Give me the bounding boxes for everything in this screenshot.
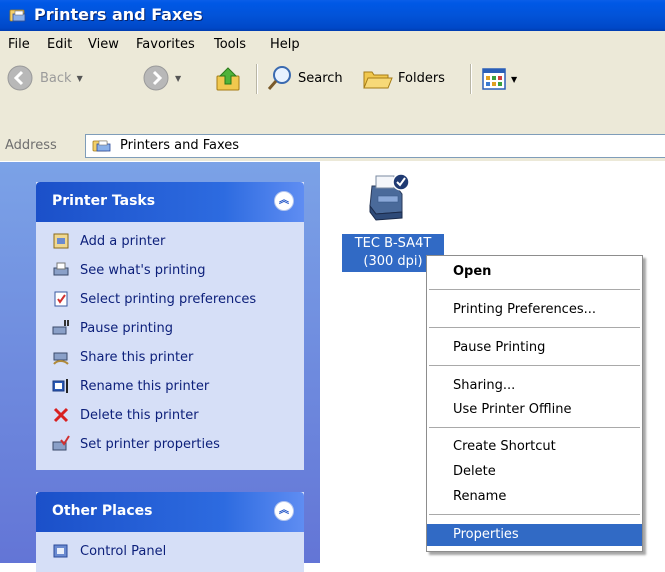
menu-item-use-offline[interactable]: Use Printer Offline: [427, 399, 642, 421]
folders-icon: [363, 71, 393, 89]
rename-icon: [52, 377, 70, 395]
toolbar: Back ▼ ▼ Search Folders ▼: [0, 56, 665, 102]
task-label: See what's printing: [80, 262, 206, 278]
printer-icon[interactable]: [366, 172, 412, 224]
other-places-title: Other Places: [52, 503, 153, 519]
task-label: Share this printer: [80, 349, 194, 365]
task-label: Rename this printer: [80, 378, 210, 394]
toolbar-separator: [256, 64, 258, 94]
printer-tasks-title: Printer Tasks: [52, 193, 156, 209]
forward-button[interactable]: ▼: [142, 64, 181, 92]
preferences-icon: [52, 290, 70, 308]
menu-divider: [429, 514, 640, 515]
toolbar-gap: [0, 101, 665, 131]
task-label: Set printer properties: [80, 436, 220, 452]
collapse-chevron-icon[interactable]: ︽: [274, 501, 294, 521]
menu-item-label: Open: [453, 264, 492, 279]
menu-item-label: Rename: [453, 489, 507, 504]
delete-x-icon: [52, 406, 70, 424]
collapse-chevron-icon[interactable]: ︽: [274, 191, 294, 211]
menu-item-delete[interactable]: Delete: [427, 461, 642, 483]
task-label: Select printing preferences: [80, 291, 257, 307]
place-control-panel[interactable]: Control Panel: [52, 542, 166, 560]
back-arrow-icon: [7, 65, 33, 91]
menu-bar: File Edit View Favorites Tools Help: [0, 31, 665, 57]
folders-label: Folders: [398, 70, 445, 86]
task-share-printer[interactable]: Share this printer: [52, 348, 193, 366]
context-menu: Open Printing Preferences... Pause Print…: [426, 255, 643, 552]
menu-item-rename[interactable]: Rename: [427, 486, 642, 508]
menu-edit[interactable]: Edit: [47, 37, 72, 52]
views-icon: [482, 68, 506, 90]
address-bar: Address Printers and Faxes: [0, 131, 665, 161]
views-dropdown-icon[interactable]: ▼: [511, 75, 517, 84]
search-icon: [267, 66, 291, 90]
task-pause-printing[interactable]: Pause printing: [52, 319, 173, 337]
title-bar[interactable]: Printers and Faxes: [0, 0, 665, 31]
task-rename-printer[interactable]: Rename this printer: [52, 377, 209, 395]
printer-folder-icon: [9, 9, 26, 22]
menu-item-sharing[interactable]: Sharing...: [427, 375, 642, 397]
add-printer-icon: [52, 232, 70, 250]
place-label: Control Panel: [80, 543, 167, 559]
folders-button[interactable]: Folders: [362, 64, 445, 92]
task-label: Add a printer: [80, 233, 166, 249]
address-field[interactable]: Printers and Faxes: [85, 134, 665, 158]
task-label: Delete this printer: [80, 407, 199, 423]
menu-item-label: Properties: [453, 527, 519, 542]
properties-printer-icon: [52, 435, 70, 453]
menu-tools[interactable]: Tools: [214, 37, 246, 52]
menu-item-pause-printing[interactable]: Pause Printing: [427, 337, 642, 359]
search-button[interactable]: Search: [266, 64, 343, 92]
address-label: Address: [5, 138, 57, 153]
forward-dropdown-icon[interactable]: ▼: [175, 74, 181, 83]
print-queue-icon: [52, 261, 70, 279]
menu-item-label: Pause Printing: [453, 340, 546, 355]
views-button[interactable]: ▼: [482, 68, 517, 90]
menu-item-label: Delete: [453, 464, 496, 479]
back-dropdown-icon[interactable]: ▼: [77, 74, 83, 83]
menu-item-label: Printing Preferences...: [453, 302, 596, 317]
task-add-printer[interactable]: Add a printer: [52, 232, 165, 250]
control-panel-icon: [52, 542, 70, 560]
other-places-panel: Other Places ︽ Control Panel: [36, 492, 304, 572]
menu-item-label: Use Printer Offline: [453, 402, 572, 417]
menu-divider: [429, 327, 640, 328]
printer-folder-icon: [92, 140, 111, 152]
search-label: Search: [298, 70, 343, 86]
printer-tasks-header[interactable]: Printer Tasks ︽: [36, 182, 304, 222]
toolbar-separator: [470, 64, 472, 94]
task-see-printing[interactable]: See what's printing: [52, 261, 205, 279]
task-delete-printer[interactable]: Delete this printer: [52, 406, 199, 424]
window-title: Printers and Faxes: [34, 5, 203, 24]
printer-name: TEC B-SA4T: [354, 236, 432, 251]
menu-help[interactable]: Help: [270, 37, 300, 52]
menu-favorites[interactable]: Favorites: [136, 37, 195, 52]
task-pane: Printer Tasks ︽ Add a printer See what's…: [0, 162, 320, 572]
back-button[interactable]: Back ▼: [6, 64, 83, 92]
other-places-header[interactable]: Other Places ︽: [36, 492, 304, 532]
menu-item-open[interactable]: Open: [427, 261, 642, 283]
task-label: Pause printing: [80, 320, 174, 336]
menu-divider: [429, 289, 640, 290]
folder-up-icon: [216, 67, 240, 91]
up-button[interactable]: [214, 64, 244, 94]
task-printer-properties[interactable]: Set printer properties: [52, 435, 220, 453]
printer-tasks-panel: Printer Tasks ︽ Add a printer See what's…: [36, 182, 304, 470]
pause-printer-icon: [52, 319, 70, 337]
address-value: Printers and Faxes: [120, 138, 240, 153]
menu-item-label: Sharing...: [453, 378, 516, 393]
menu-file[interactable]: File: [8, 37, 30, 52]
menu-view[interactable]: View: [88, 37, 119, 52]
task-printing-preferences[interactable]: Select printing preferences: [52, 290, 256, 308]
menu-divider: [429, 427, 640, 428]
share-printer-icon: [52, 348, 70, 366]
menu-item-create-shortcut[interactable]: Create Shortcut: [427, 436, 642, 458]
back-label: Back: [40, 70, 72, 86]
menu-item-properties[interactable]: Properties: [427, 524, 642, 546]
menu-item-label: Create Shortcut: [453, 439, 556, 454]
forward-arrow-icon: [143, 65, 169, 91]
menu-item-printing-preferences[interactable]: Printing Preferences...: [427, 299, 642, 321]
menu-divider: [429, 365, 640, 366]
